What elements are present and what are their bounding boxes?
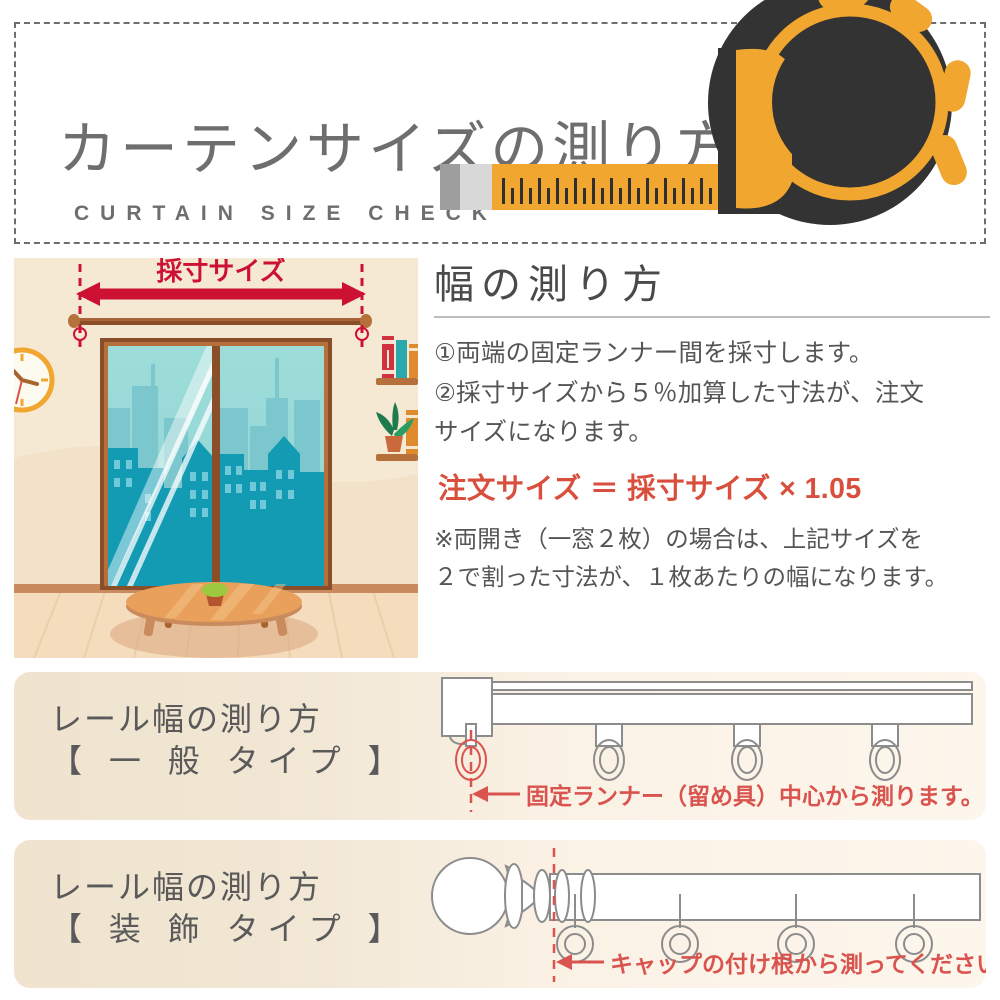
window xyxy=(100,338,332,590)
caption-arrow xyxy=(472,786,520,802)
measure-size-label: 採寸サイズ xyxy=(156,258,285,286)
decor-rail-label-line2: 【 装 飾 タイプ 】 xyxy=(50,911,409,948)
note-line-1: ※両開き（一窓２枚）の場合は、上記サイズを xyxy=(434,526,923,553)
fixed-runner-highlight xyxy=(455,723,487,812)
section-decorative-rail: レール幅の測り方 【 装 飾 タイプ 】 キャップの付け根から測ってください。 xyxy=(14,840,1000,988)
step-2-cont: サイズになります。 xyxy=(434,419,654,447)
general-rail-label: レール幅の測り方 【 一 般 タイプ 】 xyxy=(50,698,409,782)
width-panel: 幅の測り方 ①両端の固定ランナー間を採寸します。 ②採寸サイズから５％加算した寸… xyxy=(434,262,990,662)
decor-rail-label-line1: レール幅の測り方 xyxy=(50,869,323,905)
step-1: ①両端の固定ランナー間を採寸します。 xyxy=(434,340,874,367)
decorative-rod-art: キャップの付け根から測ってください。 xyxy=(414,840,1000,988)
general-curtain-rail-art: 固定ランナー（留め具）中心から測ります。 xyxy=(414,672,986,820)
panel-title: 幅の測り方 xyxy=(434,263,669,307)
decor-rail-label: レール幅の測り方 【 装 飾 タイプ 】 xyxy=(50,866,409,950)
tape-measure-icon xyxy=(418,0,1000,228)
section-general-rail: レール幅の測り方 【 一 般 タイプ 】 固定ランナー（留め具）中心から測ります… xyxy=(14,672,986,820)
low-table xyxy=(110,582,318,658)
note-line-2: ２で割った寸法が、１枚あたりの幅になります。 xyxy=(434,564,949,591)
general-rail-caption: 固定ランナー（留め具）中心から測ります。 xyxy=(526,783,984,809)
panel-divider xyxy=(434,316,990,318)
step-2: ②採寸サイズから５％加算した寸法が、注文 xyxy=(434,379,925,407)
order-size-formula: 注文サイズ ＝ 採寸サイズ × 1.05 xyxy=(438,473,862,506)
general-rail-label-line2: 【 一 般 タイプ 】 xyxy=(50,743,409,780)
room-illustration: 採寸サイズ xyxy=(14,258,418,658)
infographic-root: カーテンサイズの測り方 CURTAIN SIZE CHECK 採寸サイズ 幅の測… xyxy=(0,0,1000,1000)
decor-rail-caption: キャップの付け根から測ってください。 xyxy=(610,951,986,977)
general-rail-label-line1: レール幅の測り方 xyxy=(50,701,323,737)
